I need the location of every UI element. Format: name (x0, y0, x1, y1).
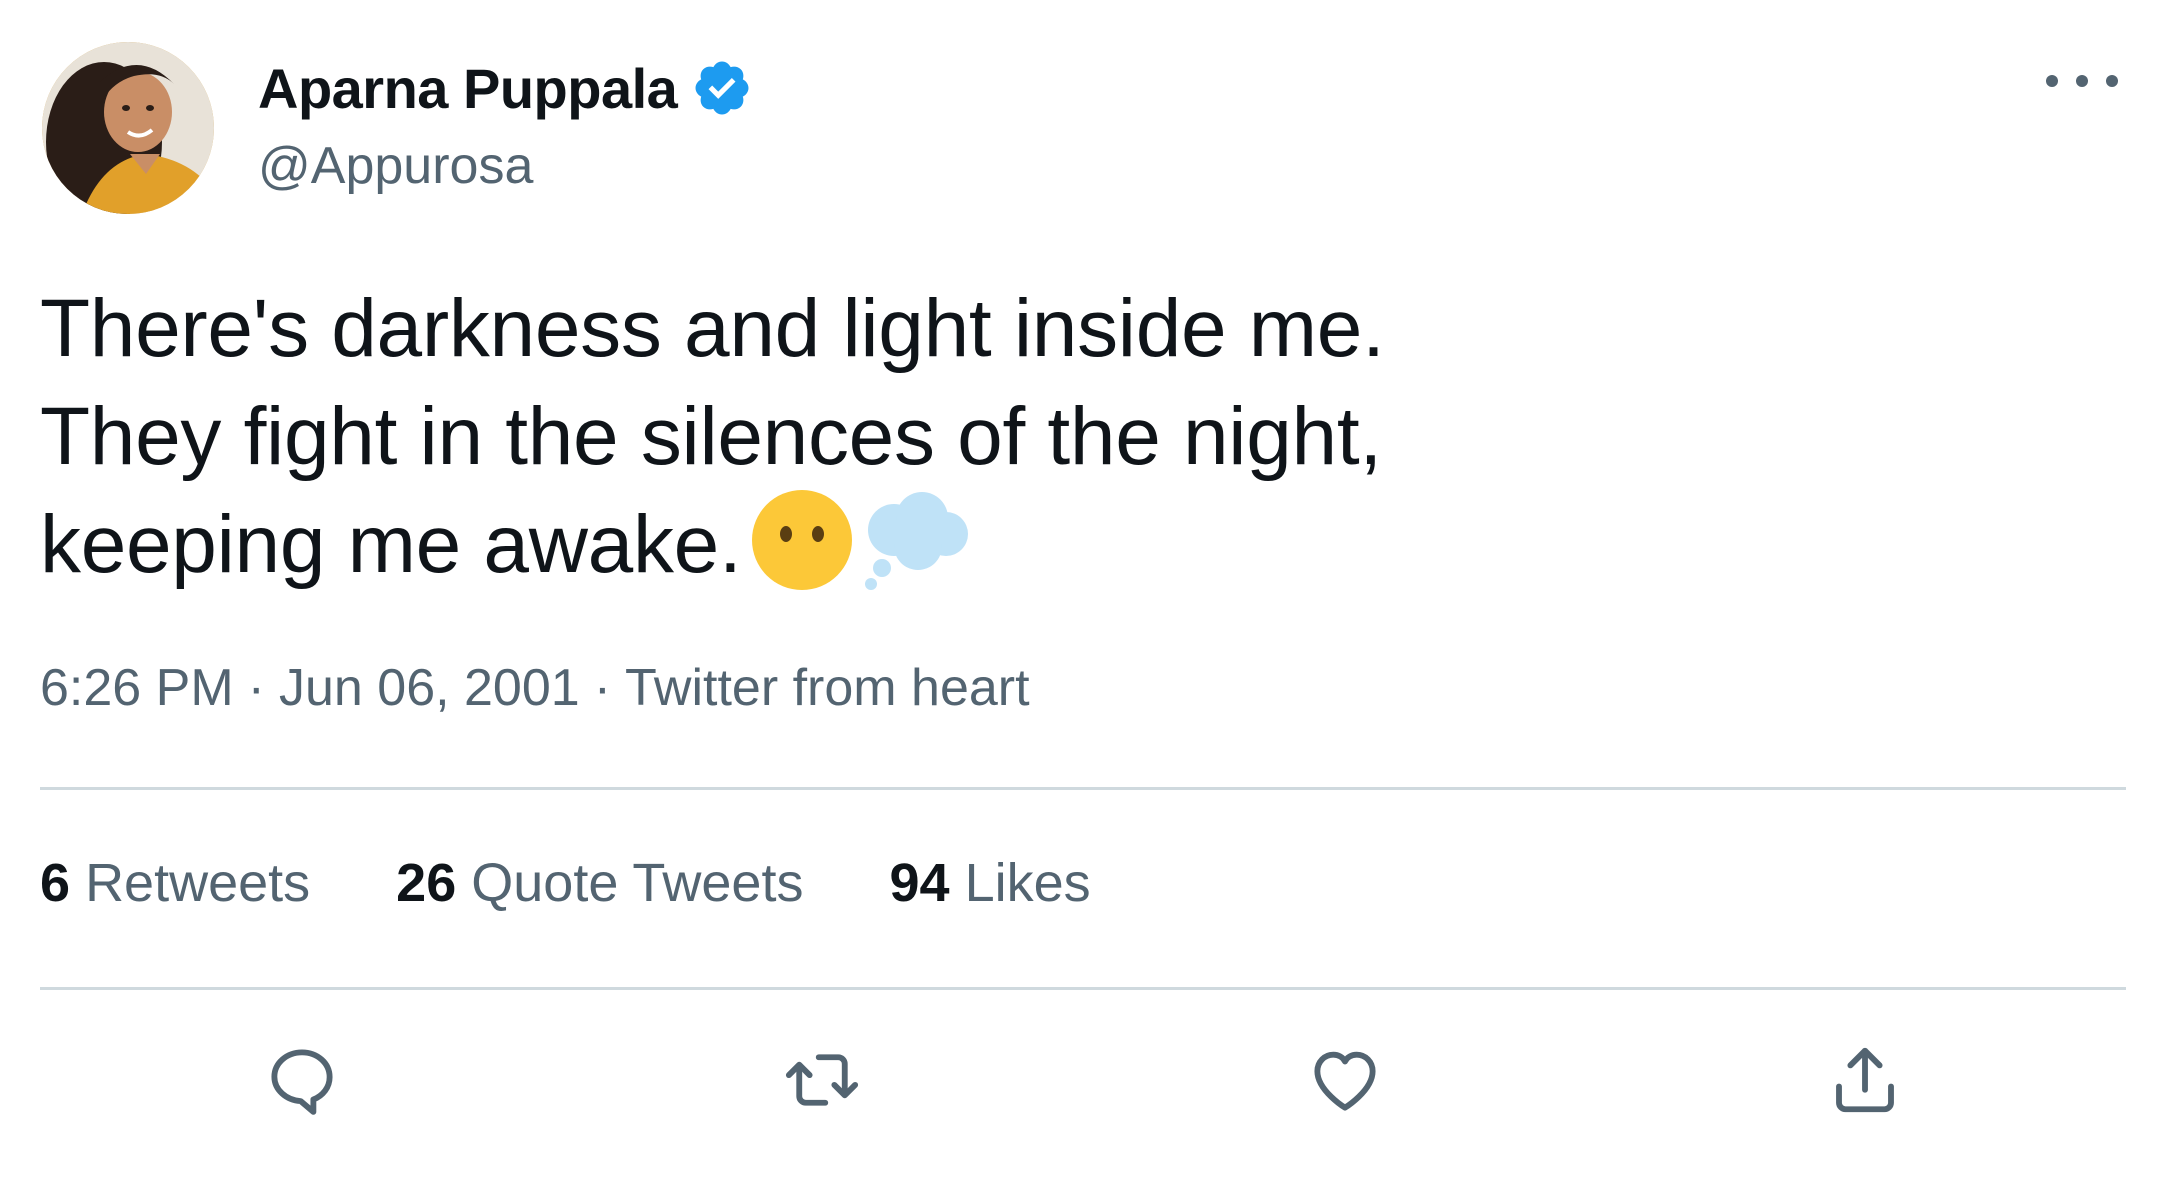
quote-tweets-count: 26 (396, 853, 457, 913)
more-dot (2106, 75, 2118, 87)
tweet-text: There's darkness and light inside me. Th… (40, 283, 1385, 590)
author-name-row: Aparna Puppala (258, 52, 753, 124)
tweet-date[interactable]: Jun 06, 2001 (279, 659, 580, 717)
avatar[interactable] (42, 42, 214, 214)
tweet-time[interactable]: 6:26 PM (40, 659, 234, 717)
meta-separator: · (593, 659, 612, 717)
likes-label: Likes (964, 853, 1091, 913)
heart-icon (1314, 1051, 1376, 1111)
thought-balloon-icon (865, 492, 968, 590)
author-handle[interactable]: @Appurosa (258, 136, 533, 196)
divider (40, 787, 2126, 790)
tweet-source[interactable]: Twitter from heart (625, 659, 1030, 717)
retweets-label: Retweets (85, 853, 311, 913)
retweet-icon (785, 1054, 859, 1106)
author-display-name[interactable]: Aparna Puppala (258, 56, 678, 121)
divider (40, 987, 2126, 990)
tweet-emojis (750, 488, 976, 592)
tweet-meta: 6:26 PM · Jun 06, 2001 · Twitter from heart (40, 658, 1030, 718)
face-without-mouth-icon (752, 490, 852, 590)
more-options-icon[interactable] (2046, 56, 2118, 106)
reply-icon (271, 1049, 333, 1115)
more-dot (2076, 75, 2088, 87)
share-icon (1836, 1047, 1894, 1113)
likes-count: 94 (889, 853, 950, 913)
reply-button[interactable] (262, 1040, 342, 1120)
retweet-button[interactable] (782, 1040, 862, 1120)
quote-tweets-stat[interactable]: 26 Quote Tweets (396, 852, 803, 914)
tweet-stats: 6 Retweets 26 Quote Tweets 94 Likes (40, 852, 1177, 914)
quote-tweets-label: Quote Tweets (471, 853, 804, 913)
likes-stat[interactable]: 94 Likes (889, 852, 1090, 914)
tweet-actions (0, 1040, 2158, 1120)
verified-badge-icon (691, 57, 753, 119)
like-button[interactable] (1305, 1040, 1385, 1120)
retweets-stat[interactable]: 6 Retweets (40, 852, 310, 914)
retweets-count: 6 (40, 853, 71, 913)
meta-separator: · (247, 659, 265, 717)
share-button[interactable] (1825, 1040, 1905, 1120)
more-dot (2046, 75, 2058, 87)
